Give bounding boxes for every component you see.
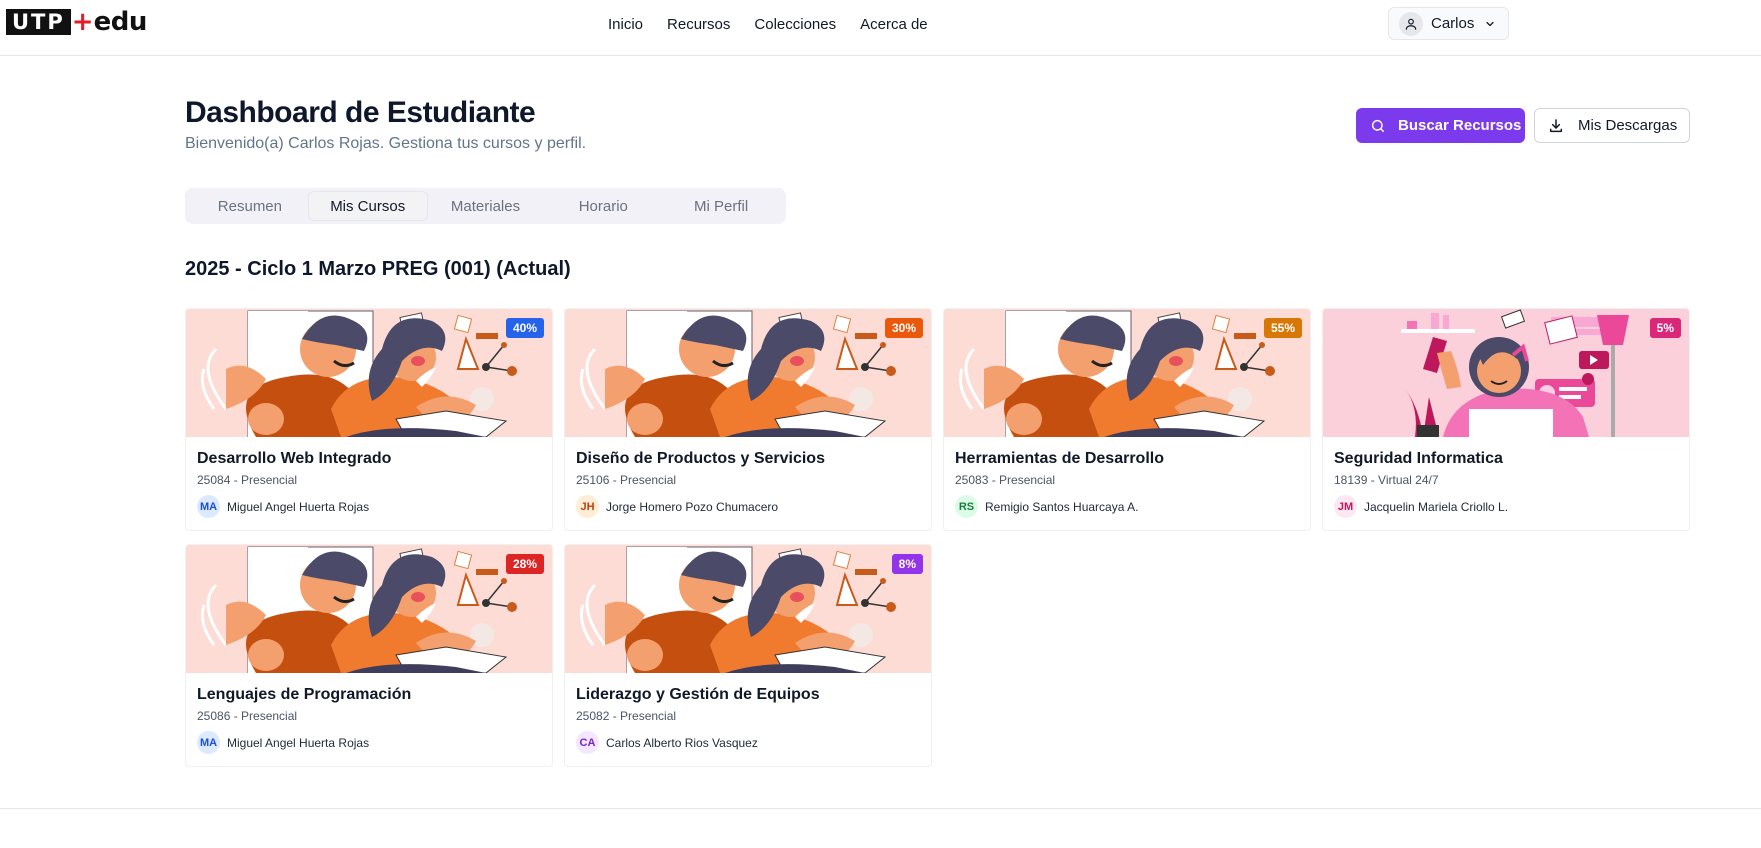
tab-mis-cursos[interactable]: Mis Cursos (308, 192, 427, 220)
course-code: 25084 - Presencial (197, 473, 298, 487)
tab-resumen[interactable]: Resumen (191, 192, 309, 220)
teacher-avatar: MA (197, 731, 220, 754)
dashboard-tabs: Resumen Mis Cursos Materiales Horario Mi… (185, 188, 786, 224)
tab-mi-perfil[interactable]: Mi Perfil (662, 192, 780, 220)
course-image (565, 545, 931, 673)
course-code: 25106 - Presencial (576, 473, 677, 487)
user-menu-button[interactable]: Carlos (1388, 7, 1509, 40)
course-name[interactable]: Lenguajes de Programación (197, 686, 411, 704)
course-teacher: MA Miguel Angel Huerta Rojas (197, 495, 369, 518)
course-code: 25086 - Presencial (197, 709, 298, 723)
course-teacher: CA Carlos Alberto Rios Vasquez (576, 731, 758, 754)
course-card[interactable]: 28% Lenguajes de Programación 25086 - Pres… (185, 544, 553, 767)
search-icon (1370, 118, 1386, 134)
course-card[interactable]: 55% Herramientas de Desarrollo 25083 - Pre… (943, 308, 1311, 531)
course-image (186, 545, 552, 673)
course-name[interactable]: Herramientas de Desarrollo (955, 450, 1164, 468)
teacher-avatar: JM (1334, 495, 1357, 518)
teacher-name: Carlos Alberto Rios Vasquez (606, 735, 758, 750)
nav-recursos[interactable]: Recursos (655, 13, 742, 37)
course-name[interactable]: Seguridad Informatica (1334, 450, 1503, 468)
course-teacher: JM Jacquelin Mariela Criollo L. (1334, 495, 1508, 518)
course-teacher: JH Jorge Homero Pozo Chumacero (576, 495, 778, 518)
progress-badge: 28% (505, 554, 544, 574)
user-name: Carlos (1431, 15, 1475, 32)
progress-badge: 55% (1263, 318, 1302, 338)
teacher-name: Remigio Santos Huarcaya A. (985, 499, 1139, 514)
teacher-avatar: MA (197, 495, 220, 518)
course-name[interactable]: Desarrollo Web Integrado (197, 450, 391, 468)
course-card[interactable]: 30% Diseño de Productos y Servicios 25106 … (564, 308, 932, 531)
logo-plus: + (71, 7, 94, 37)
course-teacher: MA Miguel Angel Huerta Rojas (197, 731, 369, 754)
progress-badge: 40% (505, 318, 544, 338)
course-image (186, 309, 552, 437)
course-code: 18139 - Virtual 24/7 (1334, 473, 1439, 487)
progress-badge: 8% (891, 554, 923, 574)
utp-edu-logo[interactable]: UTP + edu (6, 9, 147, 35)
teacher-avatar: CA (576, 731, 599, 754)
course-card[interactable]: 8% Liderazgo y Gestión de Equipos 25082 - … (564, 544, 932, 767)
cycle-title: 2025 - Ciclo 1 Marzo PREG (001) (Actual) (185, 258, 571, 280)
teacher-avatar: JH (576, 495, 599, 518)
course-card[interactable]: 40% Desarrollo Web Integrado 25084 - Prese… (185, 308, 553, 531)
nav-inicio[interactable]: Inicio (596, 13, 655, 37)
course-code: 25083 - Presencial (955, 473, 1056, 487)
course-name[interactable]: Liderazgo y Gestión de Equipos (576, 686, 820, 704)
nav-acerca-de[interactable]: Acerca de (848, 13, 940, 37)
user-icon (1399, 11, 1423, 36)
page-subtitle: Bienvenido(a) Carlos Rojas. Gestiona tus… (185, 135, 587, 152)
search-resources-button[interactable]: Buscar Recursos (1356, 108, 1525, 143)
course-image (1323, 309, 1689, 437)
main-nav: Inicio Recursos Colecciones Acerca de (596, 13, 940, 37)
course-image (565, 309, 931, 437)
top-navbar: UTP + edu Inicio Recursos Colecciones Ac… (0, 0, 1761, 56)
teacher-name: Jorge Homero Pozo Chumacero (606, 499, 779, 514)
teacher-name: Jacquelin Mariela Criollo L. (1364, 499, 1509, 514)
course-teacher: RS Remigio Santos Huarcaya A. (955, 495, 1138, 518)
course-name[interactable]: Diseño de Productos y Servicios (576, 450, 825, 468)
teacher-name: Miguel Angel Huerta Rojas (227, 735, 370, 750)
teacher-avatar: RS (955, 495, 978, 518)
course-image (944, 309, 1310, 437)
logo-utp: UTP (6, 9, 71, 35)
chevron-down-icon (1484, 18, 1496, 30)
tab-materiales[interactable]: Materiales (427, 192, 545, 220)
logo-edu: edu (93, 7, 148, 37)
search-resources-label: Buscar Recursos (1398, 117, 1522, 134)
progress-badge: 5% (1649, 318, 1681, 338)
page-title: Dashboard de Estudiante (185, 96, 536, 129)
tab-horario[interactable]: Horario (544, 192, 662, 220)
teacher-name: Miguel Angel Huerta Rojas (227, 499, 370, 514)
my-downloads-button[interactable]: Mis Descargas (1534, 108, 1690, 143)
nav-colecciones[interactable]: Colecciones (742, 13, 848, 37)
course-card[interactable]: 5% Seguridad Informatica 18139 - Virtual 2… (1322, 308, 1690, 531)
download-icon (1548, 118, 1564, 134)
course-code: 25082 - Presencial (576, 709, 677, 723)
my-downloads-label: Mis Descargas (1578, 117, 1678, 134)
footer-divider (0, 808, 1761, 809)
progress-badge: 30% (884, 318, 923, 338)
